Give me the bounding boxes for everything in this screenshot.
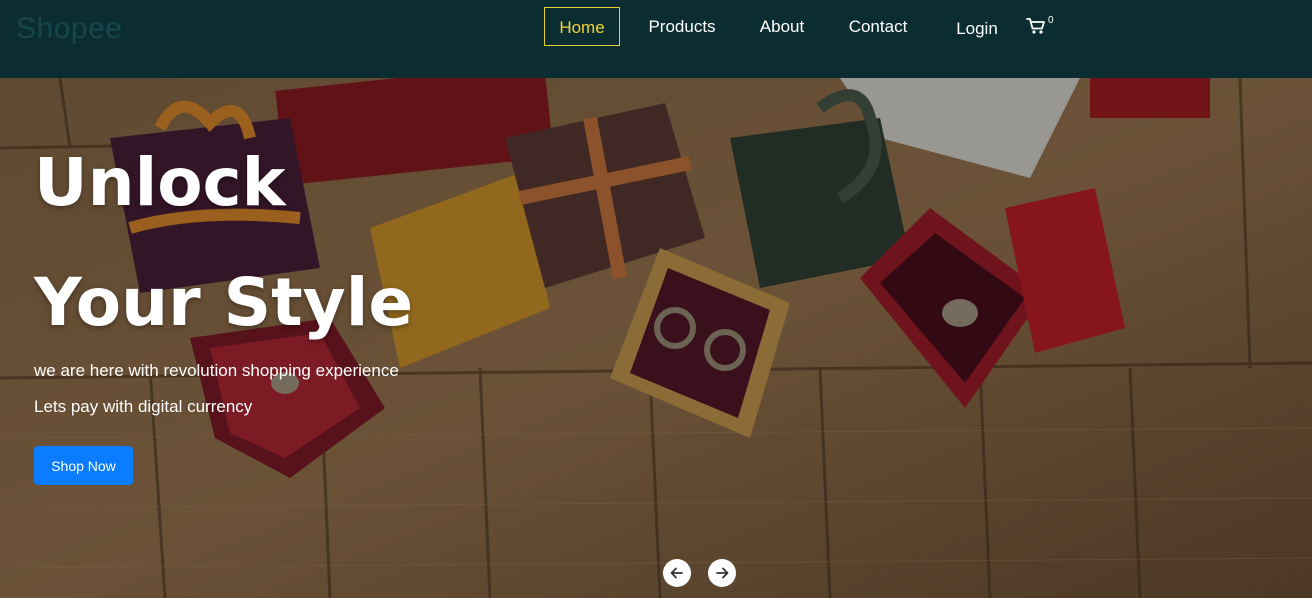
shopping-cart-icon — [1026, 18, 1045, 34]
carousel-next-button[interactable] — [708, 559, 736, 587]
cart-count-badge: 0 — [1048, 15, 1054, 26]
cart-button[interactable]: 0 — [1026, 15, 1056, 42]
arrow-left-icon — [670, 567, 683, 579]
carousel-prev-button[interactable] — [663, 559, 691, 587]
arrow-right-icon — [716, 567, 729, 579]
nav-contact[interactable]: Contact — [838, 7, 918, 46]
hero-subtext-line1: we are here with revolution shopping exp… — [34, 361, 399, 380]
hero-headline-line2: Your Style — [34, 264, 414, 341]
nav-products[interactable]: Products — [638, 7, 726, 46]
brand-logo[interactable]: Shopee — [16, 12, 122, 46]
hero-banner: Unlock Your Style we are here with revol… — [0, 78, 1312, 598]
nav-about[interactable]: About — [748, 7, 816, 46]
nav-login[interactable]: Login — [948, 9, 1006, 48]
hero-subtext-line2: Lets pay with digital currency — [34, 397, 253, 416]
hero-headline-line1: Unlock — [34, 144, 286, 221]
top-navbar: Shopee Home Products About Contact Login… — [0, 0, 1312, 78]
nav-home[interactable]: Home — [544, 7, 620, 46]
shop-now-button[interactable]: Shop Now — [34, 446, 133, 485]
